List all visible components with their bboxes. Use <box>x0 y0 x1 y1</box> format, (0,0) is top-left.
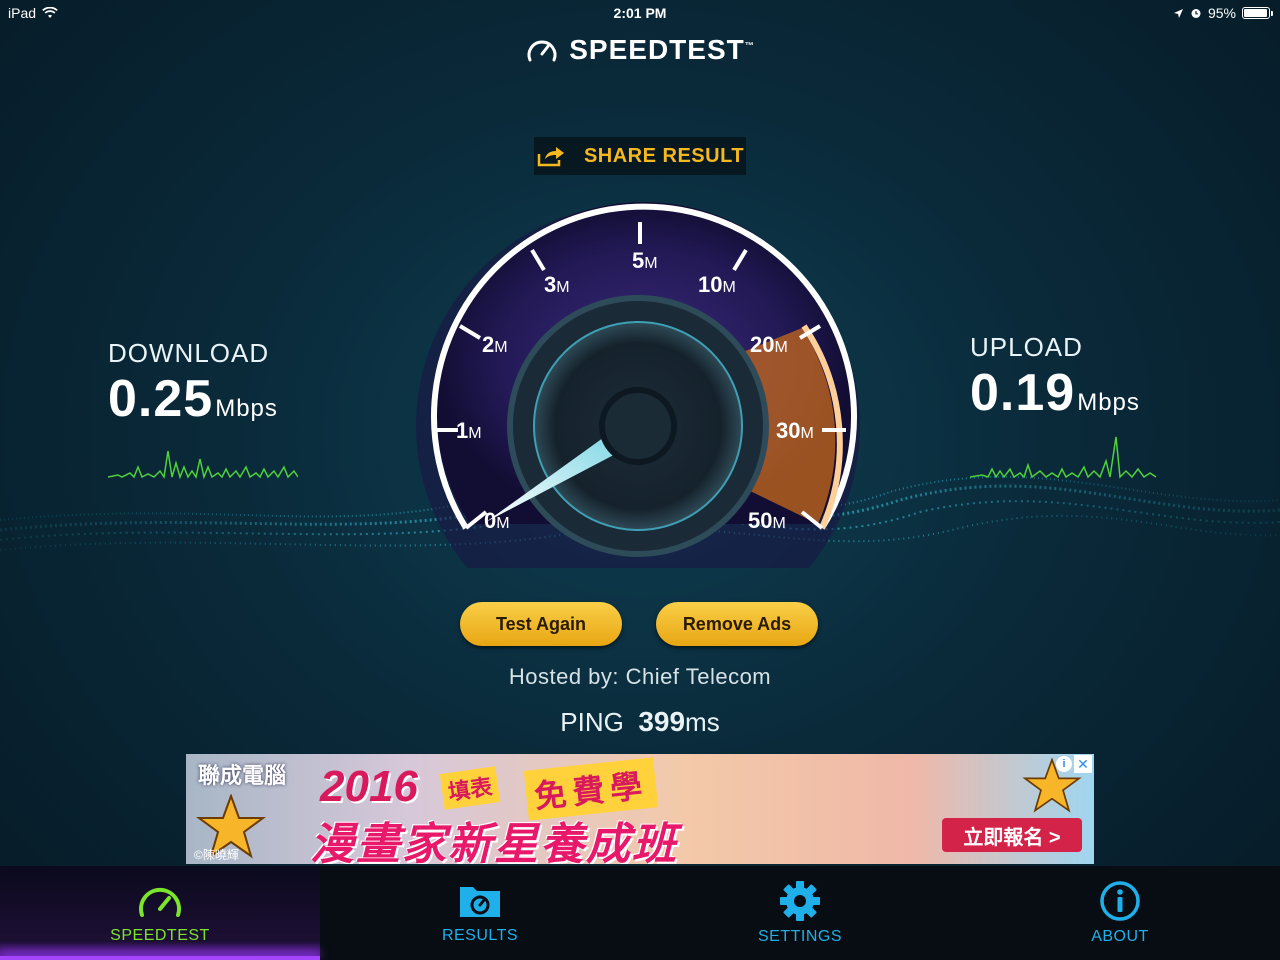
upload-value-row: 0.19Mbps <box>970 363 1160 423</box>
ad-banner[interactable]: 聯成電腦 2016 填表 免費學 漫畫家新星養成班 立即報名 > ©陳曉輝 i … <box>186 754 1094 864</box>
ping-unit: ms <box>685 707 720 737</box>
tab-about-label: ABOUT <box>1091 928 1149 945</box>
app-title: SPEEDTEST™ <box>569 34 754 66</box>
status-right: 95% <box>1173 5 1273 21</box>
tab-settings[interactable]: SETTINGS <box>640 866 960 960</box>
hosted-by: Hosted by: Chief Telecom <box>508 664 772 689</box>
location-arrow-icon <box>1173 8 1183 18</box>
download-value-row: 0.25Mbps <box>108 369 298 429</box>
share-icon <box>537 147 564 167</box>
download-unit: Mbps <box>215 395 278 422</box>
share-result-label: SHARE RESULT <box>583 144 745 167</box>
ad-year: 2016 <box>320 762 418 811</box>
app-title-text: SPEEDTEST <box>569 34 745 65</box>
upload-label: UPLOAD <box>970 332 1083 362</box>
ad-headline: 漫畫家新星養成班 <box>310 820 678 864</box>
upload-unit: Mbps <box>1077 389 1140 416</box>
battery-percent: 95% <box>1207 5 1236 21</box>
upload-value: 0.19 <box>970 364 1076 422</box>
tab-results-label: RESULTS <box>441 927 519 944</box>
star-decoration-right-icon <box>1022 758 1082 813</box>
speedometer-icon <box>139 887 181 917</box>
status-bar: iPad 2:01 PM 95% <box>0 0 1280 26</box>
upload-stat: UPLOAD 0.19Mbps <box>970 332 1160 481</box>
share-result-button[interactable]: SHARE RESULT <box>534 137 746 175</box>
upload-sparkline <box>970 436 1157 479</box>
tab-speedtest-label: SPEEDTEST <box>110 927 210 944</box>
ping-readout: PING 399ms <box>0 706 1280 738</box>
gauge-hub <box>599 387 677 465</box>
battery-fill <box>1244 9 1267 17</box>
status-time: 2:01 PM <box>613 5 667 21</box>
ping-value: 399 <box>638 706 686 737</box>
ad-tag-fill: 填表 <box>439 766 501 810</box>
info-icon <box>1100 881 1140 921</box>
ping-label: PING <box>560 707 624 737</box>
download-sparkline <box>108 450 298 480</box>
trademark-symbol: ™ <box>744 40 755 51</box>
download-label: DOWNLOAD <box>108 338 270 368</box>
ad-cta-button[interactable]: 立即報名 > <box>942 818 1082 852</box>
remove-ads-label: Remove Ads <box>682 613 792 634</box>
download-value: 0.25 <box>108 370 214 428</box>
tab-settings-label: SETTINGS <box>757 928 842 945</box>
battery-icon <box>1242 7 1273 19</box>
results-folder-icon <box>460 887 500 917</box>
tab-about[interactable]: ABOUT <box>960 866 1280 960</box>
test-again-label: Test Again <box>495 613 586 634</box>
speedometer-logo-icon <box>527 40 557 62</box>
ad-brand: 聯成電腦 <box>198 763 287 788</box>
gear-icon <box>780 881 820 921</box>
app-header: SPEEDTEST™ <box>0 34 1280 66</box>
tab-speedtest[interactable]: SPEEDTEST <box>0 866 320 960</box>
ad-info-icon[interactable]: i <box>1056 756 1072 772</box>
download-stat: DOWNLOAD 0.25Mbps <box>108 338 298 481</box>
tab-bar: SPEEDTEST RESULTS SETTINGS ABOUT <box>0 866 1280 960</box>
ad-close-icon[interactable]: ✕ <box>1074 755 1092 773</box>
test-again-button[interactable]: Test Again <box>460 602 622 646</box>
tab-results[interactable]: RESULTS <box>320 866 640 960</box>
remove-ads-button[interactable]: Remove Ads <box>656 602 818 646</box>
ad-credit: ©陳曉輝 <box>194 848 239 862</box>
speed-gauge: 0M 1M 2M 3M 5M 10M 20M 30M 50M <box>416 202 860 568</box>
alarm-clock-icon <box>1191 9 1201 18</box>
